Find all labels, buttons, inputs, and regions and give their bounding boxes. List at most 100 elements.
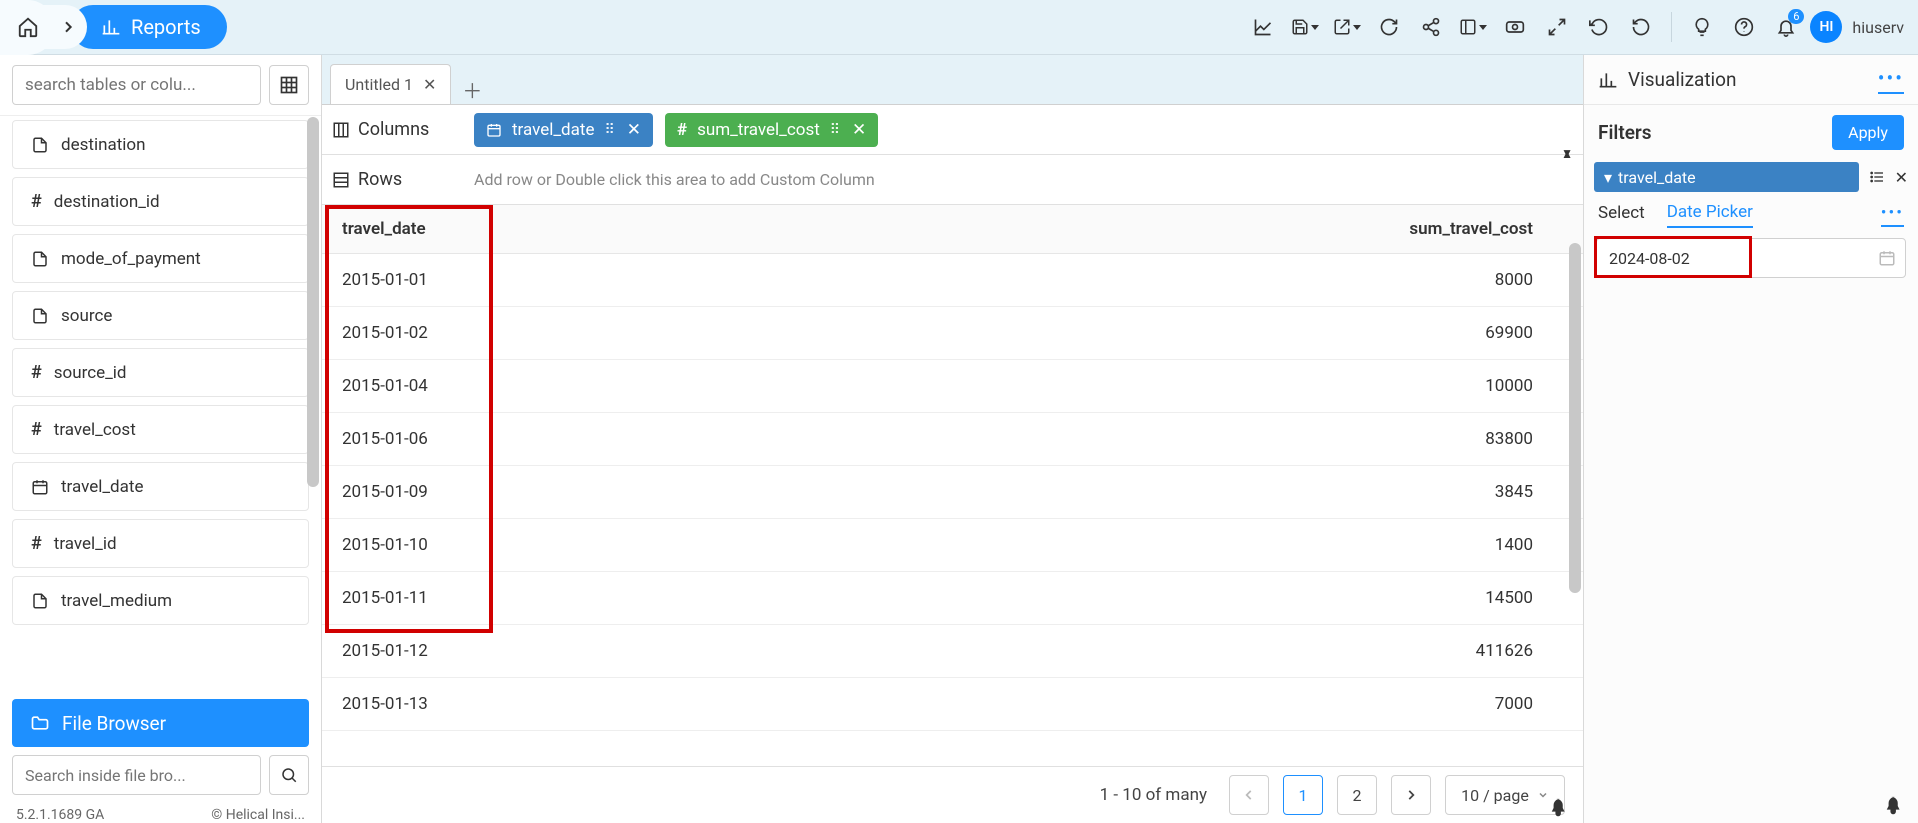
field-item[interactable]: #source_id — [12, 348, 309, 397]
chart-button[interactable] — [1245, 9, 1281, 45]
share-button[interactable] — [1413, 9, 1449, 45]
doc-icon — [31, 307, 49, 325]
chevron-right-icon — [1404, 788, 1418, 802]
reports-pill[interactable]: Reports — [71, 5, 227, 49]
filters-label: Filters — [1598, 121, 1652, 144]
table-toggle-button[interactable] — [269, 65, 309, 105]
left-scrollbar[interactable] — [307, 117, 319, 763]
doc-icon — [31, 250, 49, 268]
hash-icon: # — [31, 533, 42, 554]
filter-tabs-more[interactable]: ••• — [1881, 203, 1904, 227]
search-input[interactable] — [12, 65, 261, 105]
close-icon[interactable]: ✕ — [423, 75, 436, 94]
calendar-icon[interactable] — [1878, 249, 1896, 267]
table-row[interactable]: 2015-01-0269900 — [322, 307, 1583, 360]
export-button[interactable] — [1329, 9, 1365, 45]
cell-date: 2015-01-01 — [322, 254, 826, 307]
copyright-label: © Helical Insi... — [211, 807, 305, 823]
field-item[interactable]: travel_date — [12, 462, 309, 511]
fullscreen-button[interactable] — [1539, 9, 1575, 45]
tab-label: Untitled 1 — [345, 75, 413, 94]
cell-date: 2015-01-06 — [322, 413, 826, 466]
column-pill-travel-date[interactable]: travel_date ⠿ ✕ — [474, 113, 653, 147]
cell-date: 2015-01-09 — [322, 466, 826, 519]
notif-badge: 6 — [1788, 9, 1804, 24]
save-button[interactable] — [1287, 9, 1323, 45]
close-icon[interactable]: ✕ — [852, 120, 866, 140]
reset-button[interactable] — [1581, 9, 1617, 45]
file-search-input[interactable] — [12, 755, 261, 795]
bar-chart-icon — [101, 17, 121, 37]
field-item[interactable]: travel_medium — [12, 576, 309, 625]
field-item[interactable]: #destination_id — [12, 177, 309, 226]
prev-page-button[interactable] — [1229, 775, 1269, 815]
filter-tab-date-picker[interactable]: Date Picker — [1667, 202, 1753, 228]
page-2-button[interactable]: 2 — [1337, 775, 1377, 815]
refresh-button[interactable] — [1371, 9, 1407, 45]
layout-button[interactable] — [1455, 9, 1491, 45]
page-size-select[interactable]: 10 / page — [1445, 775, 1565, 815]
cell-value: 1400 — [826, 519, 1583, 572]
rows-shelf[interactable]: Rows Add row or Double click this area t… — [322, 155, 1583, 205]
toolbar-separator — [1671, 12, 1672, 42]
table-row[interactable]: 2015-01-0410000 — [322, 360, 1583, 413]
table-row[interactable]: 2015-01-0683800 — [322, 413, 1583, 466]
table-row[interactable]: 2015-01-018000 — [322, 254, 1583, 307]
col-header-sum-travel-cost[interactable]: sum_travel_cost — [826, 205, 1583, 254]
home-button[interactable] — [0, 0, 55, 55]
file-search-button[interactable] — [269, 755, 309, 795]
hash-icon: # — [31, 191, 42, 212]
add-tab-button[interactable]: ＋ — [457, 74, 487, 104]
chevron-up-icon[interactable]: ▲ — [1561, 147, 1573, 161]
column-pill-sum-travel-cost[interactable]: # sum_travel_cost ⠿ ✕ — [665, 113, 878, 147]
cell-date: 2015-01-11 — [322, 572, 826, 625]
cell-value: 8000 — [826, 254, 1583, 307]
right-panel: Visualization ••• Filters Apply ▾ travel… — [1584, 55, 1918, 823]
avatar[interactable]: HI — [1810, 11, 1842, 43]
assistant-icon[interactable] — [1549, 797, 1571, 819]
cell-date: 2015-01-02 — [322, 307, 826, 360]
cell-date: 2015-01-13 — [322, 678, 826, 731]
close-icon[interactable]: ✕ — [1895, 168, 1908, 187]
preview-button[interactable] — [1497, 9, 1533, 45]
drag-handle-icon[interactable]: ⠿ — [604, 122, 612, 138]
breadcrumb: Reports — [0, 0, 227, 54]
table-row[interactable]: 2015-01-137000 — [322, 678, 1583, 731]
filter-tab-select[interactable]: Select — [1598, 203, 1645, 227]
table-row[interactable]: 2015-01-1114500 — [322, 572, 1583, 625]
viz-more-button[interactable]: ••• — [1878, 66, 1904, 94]
cell-date: 2015-01-04 — [322, 360, 826, 413]
col-header-travel-date[interactable]: travel_date — [322, 205, 826, 254]
pager-info: 1 - 10 of many — [1100, 785, 1207, 805]
doc-icon — [31, 136, 49, 154]
field-item[interactable]: source — [12, 291, 309, 340]
field-item[interactable]: #travel_cost — [12, 405, 309, 454]
date-input[interactable] — [1596, 238, 1906, 278]
notifications-button[interactable]: 6 — [1768, 9, 1804, 45]
table-row[interactable]: 2015-01-12411626 — [322, 625, 1583, 678]
next-page-button[interactable] — [1391, 775, 1431, 815]
list-icon[interactable] — [1869, 169, 1885, 185]
assistant-icon[interactable] — [1584, 789, 1918, 823]
tab-untitled-1[interactable]: Untitled 1 ✕ — [330, 64, 451, 104]
field-item[interactable]: mode_of_payment — [12, 234, 309, 283]
apply-button[interactable]: Apply — [1832, 115, 1904, 150]
reload-button[interactable] — [1623, 9, 1659, 45]
file-browser-button[interactable]: File Browser — [12, 699, 309, 747]
table-row[interactable]: 2015-01-093845 — [322, 466, 1583, 519]
table-scrollbar[interactable] — [1569, 243, 1581, 764]
field-item[interactable]: destination — [12, 120, 309, 169]
hint-button[interactable] — [1684, 9, 1720, 45]
page-1-button[interactable]: 1 — [1283, 775, 1323, 815]
cell-value: 83800 — [826, 413, 1583, 466]
close-icon[interactable]: ✕ — [627, 120, 641, 140]
help-button[interactable] — [1726, 9, 1762, 45]
filter-chip-travel-date[interactable]: ▾ travel_date — [1594, 162, 1859, 192]
rows-hint: Add row or Double click this area to add… — [474, 170, 875, 189]
drag-handle-icon[interactable]: ⠿ — [830, 122, 838, 138]
table-row[interactable]: 2015-01-101400 — [322, 519, 1583, 572]
field-item[interactable]: #travel_id — [12, 519, 309, 568]
cell-value: 10000 — [826, 360, 1583, 413]
pagination: 1 - 10 of many 1 2 10 / page — [322, 767, 1583, 823]
columns-shelf[interactable]: Columns travel_date ⠿ ✕ # sum_travel_cos… — [322, 105, 1583, 155]
